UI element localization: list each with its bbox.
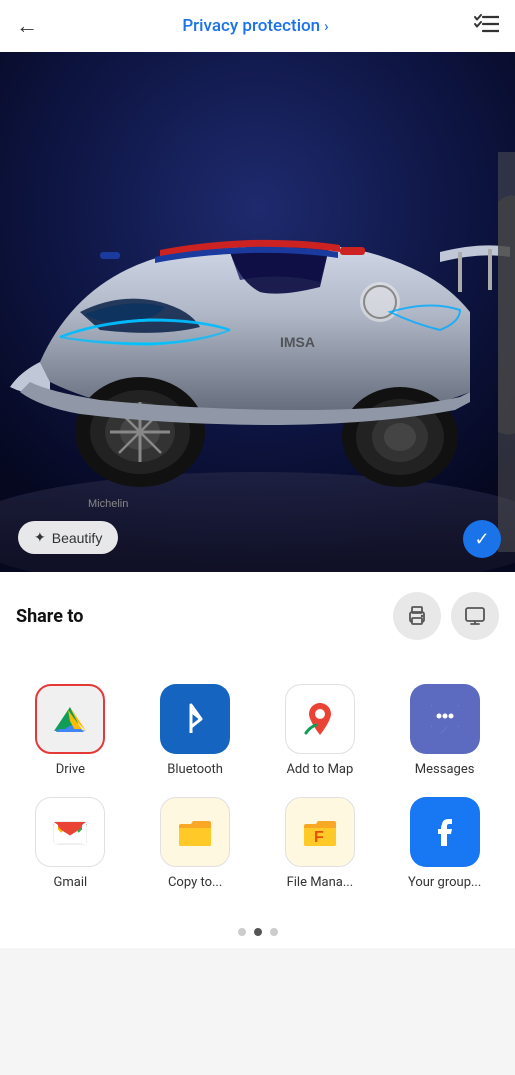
maps-label: Add to Map: [286, 762, 353, 777]
pagination-dot-3[interactable]: [270, 928, 278, 936]
app-item-maps[interactable]: Add to Map: [265, 684, 375, 777]
app-item-drive[interactable]: Drive: [15, 684, 125, 777]
svg-text:F: F: [314, 829, 324, 846]
chevron-right-icon: ›: [324, 17, 329, 35]
app-item-messages[interactable]: Messages: [390, 684, 500, 777]
bluetooth-icon-wrapper: [160, 684, 230, 754]
app-item-gmail[interactable]: Gmail: [15, 797, 125, 890]
filemanager-icon-wrapper: F: [285, 797, 355, 867]
print-button[interactable]: [393, 592, 441, 640]
app-row-2: Gmail Copy to... F: [0, 787, 515, 900]
app-grid: Drive Bluetooth: [0, 674, 515, 920]
pagination-dot-2[interactable]: [254, 928, 262, 936]
header-title-text: Privacy protection: [182, 16, 320, 36]
app-item-files[interactable]: Copy to...: [140, 797, 250, 890]
files-icon-wrapper: [160, 797, 230, 867]
back-button[interactable]: ←: [16, 13, 38, 39]
messages-icon-wrapper: [410, 684, 480, 754]
bluetooth-label: Bluetooth: [167, 762, 223, 777]
image-container: IMSA Michelin: [0, 52, 515, 572]
app-row-1: Drive Bluetooth: [0, 674, 515, 787]
svg-text:Michelin: Michelin: [88, 498, 128, 510]
facebook-label: Your group...: [408, 875, 481, 890]
svg-text:IMSA: IMSA: [280, 334, 315, 350]
screen-share-button[interactable]: [451, 592, 499, 640]
filter-icon[interactable]: [473, 13, 499, 40]
header-title[interactable]: Privacy protection ›: [182, 16, 328, 36]
star-icon: ✦: [34, 529, 46, 546]
maps-icon-wrapper: [285, 684, 355, 754]
facebook-icon-wrapper: [410, 797, 480, 867]
files-label: Copy to...: [168, 875, 222, 890]
app-item-bluetooth[interactable]: Bluetooth: [140, 684, 250, 777]
pagination-dot-1[interactable]: [238, 928, 246, 936]
pagination: [0, 920, 515, 948]
beautify-label: Beautify: [52, 530, 103, 546]
app-item-filemanager[interactable]: F File Mana...: [265, 797, 375, 890]
selected-indicator: ✓: [463, 520, 501, 558]
share-section: Share to: [0, 572, 515, 674]
messages-label: Messages: [415, 762, 475, 777]
beautify-button[interactable]: ✦ Beautify: [18, 521, 118, 554]
gmail-icon-wrapper: [35, 797, 105, 867]
share-actions: [393, 592, 499, 640]
filemanager-label: File Mana...: [287, 875, 354, 890]
share-title: Share to: [16, 606, 83, 627]
drive-label: Drive: [56, 762, 85, 777]
check-icon: ✓: [474, 529, 489, 550]
header: ← Privacy protection ›: [0, 0, 515, 52]
share-header: Share to: [16, 592, 499, 640]
gmail-label: Gmail: [54, 875, 88, 890]
drive-icon-wrapper: [35, 684, 105, 754]
app-item-facebook[interactable]: Your group...: [390, 797, 500, 890]
